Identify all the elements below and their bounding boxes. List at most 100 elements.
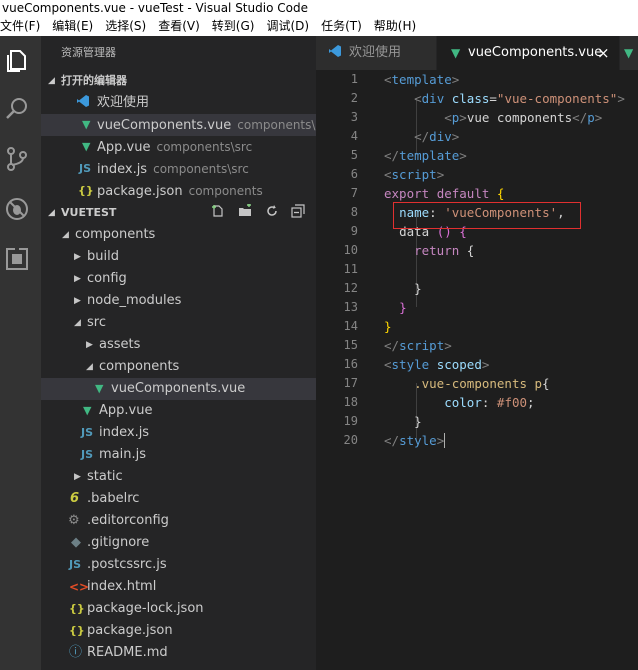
open-editor-item[interactable]: ▼ vueComponents.vue components\src\... xyxy=(41,114,316,136)
tree-file[interactable]: 6 .babelrc xyxy=(41,488,316,510)
tree-file[interactable]: JS .postcssrc.js xyxy=(41,554,316,576)
code-line: 16 <style scoped> xyxy=(316,355,638,374)
info-icon: ⓘ xyxy=(69,645,83,660)
line-number: 9 xyxy=(350,224,358,238)
activity-bar xyxy=(0,36,41,670)
menu-selection[interactable]: 选择(S) xyxy=(105,16,146,36)
tree-file[interactable]: JS index.js xyxy=(41,422,316,444)
code-text: } xyxy=(414,414,422,429)
files-icon[interactable] xyxy=(4,48,30,74)
search-icon[interactable] xyxy=(4,96,30,122)
babel-file-icon: 6 xyxy=(70,491,80,506)
menu-debug[interactable]: 调试(D) xyxy=(266,16,309,36)
extensions-icon[interactable] xyxy=(4,246,30,272)
vue-file-icon: ▼ xyxy=(624,46,634,60)
tree-folder[interactable]: ▶ build xyxy=(41,246,316,268)
tree-file[interactable]: {} package-lock.json xyxy=(41,598,316,620)
open-editor-item[interactable]: {} package.json components xyxy=(41,180,316,202)
open-editor-item[interactable]: JS index.js components\src xyxy=(41,158,316,180)
tree-file[interactable]: ⓘ README.md xyxy=(41,642,316,664)
menu-tasks[interactable]: 任务(T) xyxy=(321,16,362,36)
line-number: 10 xyxy=(343,243,358,257)
code-line: 11 xyxy=(316,260,638,279)
code-line: 18 color: #f00; xyxy=(316,393,638,412)
code-text: <style scoped> xyxy=(384,357,490,372)
file-name: 欢迎使用 xyxy=(97,95,150,110)
menu-goto[interactable]: 转到(G) xyxy=(212,16,255,36)
open-editor-item[interactable]: ▼ App.vue components\src xyxy=(41,136,316,158)
menu-view[interactable]: 查看(V) xyxy=(158,16,200,36)
line-number: 20 xyxy=(343,433,358,447)
code-line: 12 } xyxy=(316,279,638,298)
line-number: 11 xyxy=(343,262,358,276)
tree-folder[interactable]: ◢ components xyxy=(41,356,316,378)
tree-folder[interactable]: ▶ assets xyxy=(41,334,316,356)
chevron-down-icon: ◢ xyxy=(74,318,81,328)
source-control-icon[interactable] xyxy=(4,146,30,172)
code-line: 19 } xyxy=(316,412,638,431)
code-line: 2 <div class="vue-components"> xyxy=(316,89,638,108)
code-text: </template> xyxy=(384,148,467,163)
code-text: <script> xyxy=(384,167,445,182)
code-line: 6 <script> xyxy=(316,165,638,184)
open-editor-item[interactable]: 欢迎使用 xyxy=(41,92,316,114)
debug-icon[interactable] xyxy=(4,196,30,222)
code-text: } xyxy=(399,300,407,315)
line-number: 5 xyxy=(350,148,358,162)
tree-file[interactable]: {} package.json xyxy=(41,620,316,642)
tab-overflow[interactable]: ▼ xyxy=(620,36,638,70)
window-title: vueComponents.vue - vueTest - Visual Stu… xyxy=(0,0,638,16)
chevron-down-icon: ◢ xyxy=(48,208,55,218)
file-name: package.json xyxy=(97,184,183,199)
tab-vuecomponents[interactable]: ▼ vueComponents.vue × xyxy=(437,36,619,70)
menu-file[interactable]: 文件(F) xyxy=(0,16,40,36)
refresh-icon[interactable] xyxy=(265,202,279,224)
tab-label: vueComponents.vue xyxy=(468,45,603,60)
code-line: 7 export default { xyxy=(316,184,638,203)
tree-file[interactable]: ◆ .gitignore xyxy=(41,532,316,554)
js-file-icon: JS xyxy=(79,162,92,175)
code-line: 5 </template> xyxy=(316,146,638,165)
menu-help[interactable]: 帮助(H) xyxy=(374,16,416,36)
line-number: 13 xyxy=(343,300,358,314)
new-folder-icon[interactable] xyxy=(238,202,252,224)
line-number: 4 xyxy=(350,129,358,143)
open-editors-header[interactable]: ◢ 打开的编辑器 xyxy=(41,70,316,92)
vue-file-icon: ▼ xyxy=(82,118,91,131)
menu-edit[interactable]: 编辑(E) xyxy=(52,16,93,36)
code-line: 15 </script> xyxy=(316,336,638,355)
code-editor[interactable]: 1 <template> 2 <div class="vue-components… xyxy=(316,70,638,670)
tree-file[interactable]: ⚙ .editorconfig xyxy=(41,510,316,532)
collapse-all-icon[interactable] xyxy=(291,202,305,224)
tree-file[interactable]: <> index.html xyxy=(41,576,316,598)
line-number: 7 xyxy=(350,186,358,200)
close-icon[interactable]: × xyxy=(597,36,610,70)
file-path: components\src\... xyxy=(237,118,316,132)
workspace-header[interactable]: ◢ VUETEST xyxy=(41,202,316,224)
json-file-icon: {} xyxy=(69,624,85,637)
tree-file[interactable]: ▼ vueComponents.vue xyxy=(41,378,316,400)
json-file-icon: {} xyxy=(78,184,94,197)
line-number: 3 xyxy=(350,110,358,124)
tree-file[interactable]: ▼ App.vue xyxy=(41,400,316,422)
tree-folder[interactable]: ▶ static xyxy=(41,466,316,488)
code-line: 3 <p>vue components</p> xyxy=(316,108,638,127)
tree-file[interactable]: JS main.js xyxy=(41,444,316,466)
tree-folder[interactable]: ▶ config xyxy=(41,268,316,290)
code-text: </div> xyxy=(414,129,460,144)
tab-welcome[interactable]: 欢迎使用 xyxy=(316,36,436,70)
js-file-icon: JS xyxy=(81,426,94,439)
tree-folder[interactable]: ◢ src xyxy=(41,312,316,334)
new-file-icon[interactable] xyxy=(211,202,225,224)
chevron-down-icon: ◢ xyxy=(86,362,93,372)
vue-file-icon: ▼ xyxy=(83,404,92,417)
json-file-icon: {} xyxy=(69,602,85,615)
code-line: 4 </div> xyxy=(316,127,638,146)
tree-folder[interactable]: ◢ components xyxy=(41,224,316,246)
js-file-icon: JS xyxy=(81,448,94,461)
vue-file-icon: ▼ xyxy=(82,140,91,153)
code-text: <p>vue components</p> xyxy=(444,110,603,125)
code-text: export default { xyxy=(384,186,505,201)
code-line: 10 return { xyxy=(316,241,638,260)
tree-folder[interactable]: ▶ node_modules xyxy=(41,290,316,312)
